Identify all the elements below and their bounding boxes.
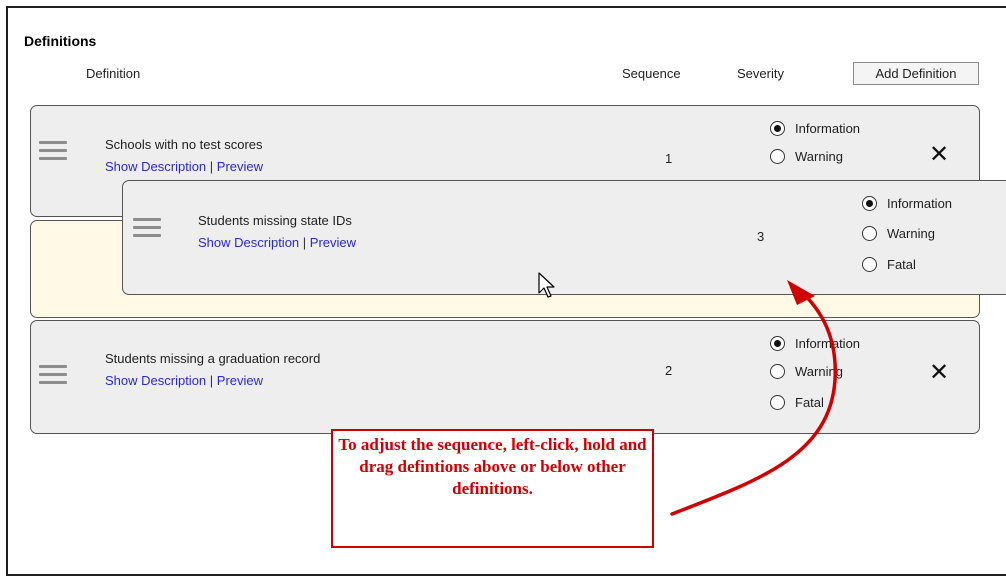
instruction-callout: To adjust the sequence, left-click, hold… bbox=[331, 429, 654, 548]
